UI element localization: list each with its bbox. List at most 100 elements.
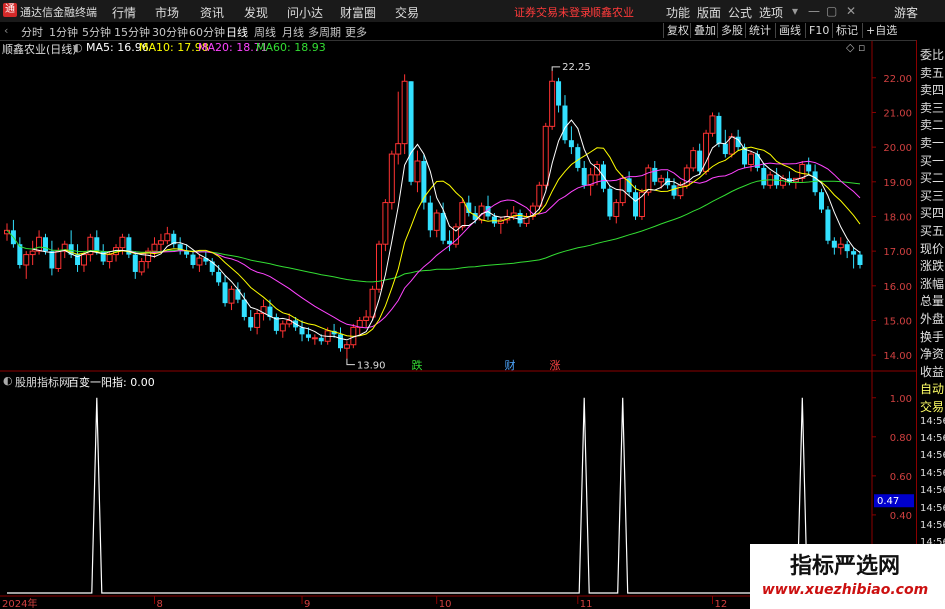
tab-period-timeshare[interactable]: 分时 xyxy=(21,24,43,40)
tab-period-15min[interactable]: 15分钟 xyxy=(114,24,150,40)
side-panel-item[interactable]: 14:56 xyxy=(920,468,945,479)
candle-body[interactable] xyxy=(722,143,728,155)
menu-wealth-circle[interactable]: 财富圈 xyxy=(340,4,376,21)
menu-discover[interactable]: 发现 xyxy=(244,4,268,21)
candle-body[interactable] xyxy=(343,344,350,349)
candle-body[interactable] xyxy=(119,236,126,249)
candle-body[interactable] xyxy=(556,81,562,106)
candle-body[interactable] xyxy=(517,213,523,224)
candle-body[interactable] xyxy=(728,136,735,155)
side-panel-item[interactable]: 换手 xyxy=(920,328,944,345)
menu-news[interactable]: 资讯 xyxy=(200,4,224,21)
candle-body[interactable] xyxy=(164,233,171,242)
candle-body[interactable] xyxy=(184,251,190,255)
candle-body[interactable] xyxy=(305,334,311,338)
side-panel-item[interactable]: 自动 xyxy=(920,380,944,397)
menu-market-quotes[interactable]: 行情 xyxy=(112,4,136,21)
close-icon[interactable]: ✕ xyxy=(846,4,856,18)
candle-body[interactable] xyxy=(248,317,254,328)
candle-body[interactable] xyxy=(375,243,382,290)
candle-body[interactable] xyxy=(575,147,581,168)
candle-body[interactable] xyxy=(857,254,863,265)
side-panel-item[interactable]: 涨幅 xyxy=(920,275,944,292)
side-panel-item[interactable]: 收益 xyxy=(920,363,944,380)
candle-body[interactable] xyxy=(851,251,857,255)
side-panel-item[interactable]: 14:56 xyxy=(920,503,945,514)
candle-body[interactable] xyxy=(831,240,837,248)
draw-line-button[interactable]: 画线 xyxy=(775,23,804,38)
side-panel-item[interactable]: 14:56 xyxy=(920,416,945,427)
tab-period-weekly[interactable]: 周线 xyxy=(254,24,276,40)
side-panel-item[interactable]: 总量 xyxy=(920,292,944,309)
menu-function[interactable]: 功能 xyxy=(666,4,690,21)
multi-stock-button[interactable]: 多股 xyxy=(717,23,746,38)
candle-body[interactable] xyxy=(690,150,697,169)
candle-body[interactable] xyxy=(652,167,658,182)
candle-body[interactable] xyxy=(806,164,812,172)
candle-body[interactable] xyxy=(401,80,408,145)
candle-body[interactable] xyxy=(799,163,806,179)
menu-options[interactable]: 选项 xyxy=(759,4,783,21)
tab-period-1min[interactable]: 1分钟 xyxy=(49,24,78,40)
indicator-toggle-icon[interactable]: ◐ xyxy=(3,374,13,387)
candle-body[interactable] xyxy=(338,334,344,349)
candle-body[interactable] xyxy=(414,160,421,183)
candle-body[interactable] xyxy=(36,236,43,252)
candle-body[interactable] xyxy=(100,251,106,262)
menu-market[interactable]: 市场 xyxy=(155,4,179,21)
candle-body[interactable] xyxy=(157,240,164,245)
candle-body[interactable] xyxy=(433,212,440,231)
side-panel-item[interactable]: 14:56 xyxy=(920,520,945,531)
candle-body[interactable] xyxy=(542,125,549,186)
side-panel-item[interactable]: 卖二 xyxy=(920,116,944,133)
candle-body[interactable] xyxy=(254,313,261,328)
candle-body[interactable] xyxy=(363,316,370,321)
candle-body[interactable] xyxy=(106,254,113,263)
side-panel-item[interactable]: 14:56 xyxy=(920,485,945,496)
side-panel-item[interactable]: 14:56 xyxy=(920,433,945,444)
menu-layout[interactable]: 版面 xyxy=(697,4,721,21)
candle-body[interactable] xyxy=(49,251,55,269)
candle-body[interactable] xyxy=(421,161,427,203)
menu-ask-xiaoda[interactable]: 问小达 xyxy=(287,4,323,21)
candle-body[interactable] xyxy=(318,337,324,342)
candle-body[interactable] xyxy=(819,192,825,210)
side-panel-item[interactable]: 卖五 xyxy=(920,64,944,81)
candle-body[interactable] xyxy=(190,254,196,265)
side-panel-item[interactable]: 现价 xyxy=(920,240,944,257)
user-guest[interactable]: 游客 xyxy=(894,4,918,21)
candle-body[interactable] xyxy=(42,237,48,252)
candle-body[interactable] xyxy=(216,271,222,283)
tab-period-30min[interactable]: 30分钟 xyxy=(152,24,188,40)
candle-body[interactable] xyxy=(491,216,497,224)
candle-body[interactable] xyxy=(427,202,433,231)
candle-body[interactable] xyxy=(241,299,247,317)
side-panel-item[interactable]: 卖三 xyxy=(920,99,944,116)
candle-body[interactable] xyxy=(196,257,203,266)
candle-body[interactable] xyxy=(80,254,87,266)
side-panel-item[interactable]: 卖四 xyxy=(920,81,944,98)
candle-body[interactable] xyxy=(138,261,145,273)
candle-body[interactable] xyxy=(549,80,556,127)
side-panel-item[interactable]: 买三 xyxy=(920,187,944,204)
candle-body[interactable] xyxy=(209,261,215,272)
tab-period-multi[interactable]: 多周期 xyxy=(308,24,341,40)
tab-period-60min[interactable]: 60分钟 xyxy=(189,24,225,40)
candle-body[interactable] xyxy=(29,250,36,256)
candle-body[interactable] xyxy=(132,254,138,272)
tab-period-more[interactable]: 更多 xyxy=(345,24,367,40)
maximize-icon[interactable]: ▢ xyxy=(826,4,837,18)
kline-chart[interactable]: 22.00 21.00 20.00 19.00 18.00 17.00 16.00 15.00… xyxy=(0,0,945,609)
candle-body[interactable] xyxy=(747,153,754,165)
candle-body[interactable] xyxy=(761,167,767,186)
side-panel-item[interactable]: 买四 xyxy=(920,204,944,221)
minimize-icon[interactable]: — xyxy=(808,4,820,18)
candle-body[interactable] xyxy=(388,153,395,204)
candle-body[interactable] xyxy=(151,243,158,252)
statistics-button[interactable]: 统计 xyxy=(745,23,774,38)
menu-trade[interactable]: 交易 xyxy=(395,4,419,21)
candle-body[interactable] xyxy=(562,105,568,141)
tab-period-5min[interactable]: 5分钟 xyxy=(82,24,111,40)
candle-body[interactable] xyxy=(697,150,703,172)
side-panel-item[interactable]: 买五 xyxy=(920,222,944,239)
